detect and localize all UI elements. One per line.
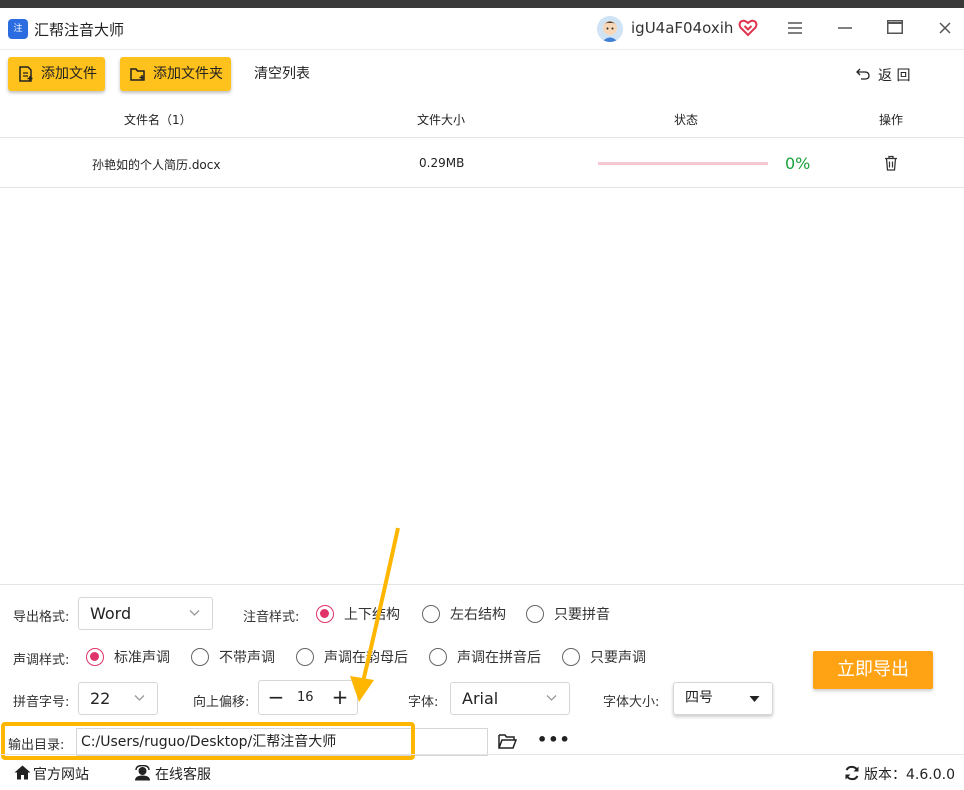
avatar[interactable]: [597, 16, 623, 42]
support-link[interactable]: 在线客服: [134, 764, 211, 784]
export-format-select[interactable]: Word: [78, 597, 213, 630]
chevron-down-icon: [134, 695, 145, 701]
more-options-icon[interactable]: •••: [537, 730, 571, 749]
radio-label: 标准声调: [114, 650, 170, 666]
pinyin-size-value: 22: [90, 689, 111, 708]
radio-label: 上下结构: [344, 607, 400, 623]
radio-label: 只要声调: [590, 650, 646, 666]
vip-heart-icon[interactable]: [738, 18, 758, 38]
app-logo: 注: [8, 19, 28, 39]
add-folder-button[interactable]: 添加文件夹: [120, 57, 231, 91]
font-select[interactable]: Arial: [450, 682, 570, 715]
export-format-label: 导出格式:: [13, 610, 70, 625]
tone-style-label: 声调样式:: [13, 653, 70, 668]
add-file-icon: [19, 66, 33, 82]
close-icon[interactable]: [934, 18, 956, 40]
website-label: 官方网站: [33, 767, 89, 783]
font-size-select[interactable]: 四号: [673, 682, 773, 715]
back-label: 返 回: [878, 68, 911, 84]
increment-button[interactable]: +: [329, 684, 351, 710]
column-header-action: 操作: [879, 113, 904, 127]
decrement-button[interactable]: −: [265, 684, 287, 710]
offset-label: 向上偏移:: [193, 695, 250, 710]
file-size: 0.29MB: [419, 156, 465, 170]
progress-bar: [598, 162, 768, 165]
maximize-icon[interactable]: [884, 18, 906, 40]
radio-label: 只要拼音: [554, 607, 610, 623]
radio-label: 左右结构: [450, 607, 506, 623]
add-folder-icon: [130, 68, 145, 81]
window-top-strip: [0, 0, 964, 8]
annotation-style-label: 注音样式:: [243, 610, 300, 625]
add-file-button[interactable]: 添加文件: [8, 57, 105, 91]
font-size-value: 四号: [685, 690, 713, 706]
add-folder-label: 添加文件夹: [153, 66, 223, 82]
chevron-down-icon: [546, 695, 557, 701]
caret-down-icon: [749, 696, 760, 702]
offset-value: 16: [297, 690, 314, 705]
font-label: 字体:: [408, 695, 439, 710]
version-info: 版本：4.6.0.0: [844, 764, 955, 784]
table-row[interactable]: 孙艳如的个人简历.docx 0.29MB 0%: [0, 139, 964, 188]
version-label: 版本：4.6.0.0: [864, 767, 955, 783]
radio-label: 不带声调: [219, 650, 275, 666]
menu-icon[interactable]: [784, 18, 806, 40]
website-link[interactable]: 官方网站: [14, 764, 89, 784]
progress-percent: 0%: [785, 154, 811, 173]
footer: 官方网站 在线客服 版本：4.6.0.0: [0, 754, 964, 790]
clear-list-button[interactable]: 清空列表: [254, 57, 310, 91]
radio-label: 声调在拼音后: [457, 650, 541, 666]
column-header-size: 文件大小: [417, 113, 466, 127]
delete-icon[interactable]: [883, 155, 899, 171]
app-title: 汇帮注音大师: [34, 21, 125, 39]
column-header-name: 文件名（1）: [124, 113, 192, 127]
folder-open-icon[interactable]: [498, 733, 517, 749]
add-file-label: 添加文件: [41, 66, 97, 82]
refresh-icon[interactable]: [844, 765, 860, 781]
support-label: 在线客服: [155, 767, 211, 783]
title-bar: 注 汇帮注音大师 igU4aF04oxih: [0, 8, 964, 50]
file-table-header: 文件名（1） 文件大小 状态 操作: [0, 100, 964, 138]
headset-icon: [135, 765, 150, 781]
export-format-value: Word: [90, 604, 132, 623]
file-name: 孙艳如的个人简历.docx: [92, 158, 221, 172]
back-icon: [856, 68, 870, 80]
font-value: Arial: [462, 689, 499, 708]
toolbar: 添加文件 添加文件夹 清空列表 返 回: [0, 50, 964, 100]
export-now-button[interactable]: 立即导出: [813, 651, 933, 689]
chevron-down-icon: [189, 610, 200, 616]
pinyin-size-select[interactable]: 22: [78, 682, 158, 715]
pinyin-size-label: 拼音字号:: [13, 695, 70, 710]
username[interactable]: igU4aF04oxih: [631, 19, 733, 37]
home-icon: [14, 765, 31, 780]
font-size-label: 字体大小:: [603, 695, 660, 710]
offset-stepper[interactable]: − 16 +: [258, 680, 358, 715]
back-button[interactable]: 返 回: [856, 65, 910, 85]
minimize-icon[interactable]: [834, 18, 856, 40]
radio-label: 声调在韵母后: [324, 650, 408, 666]
column-header-status: 状态: [674, 113, 699, 127]
